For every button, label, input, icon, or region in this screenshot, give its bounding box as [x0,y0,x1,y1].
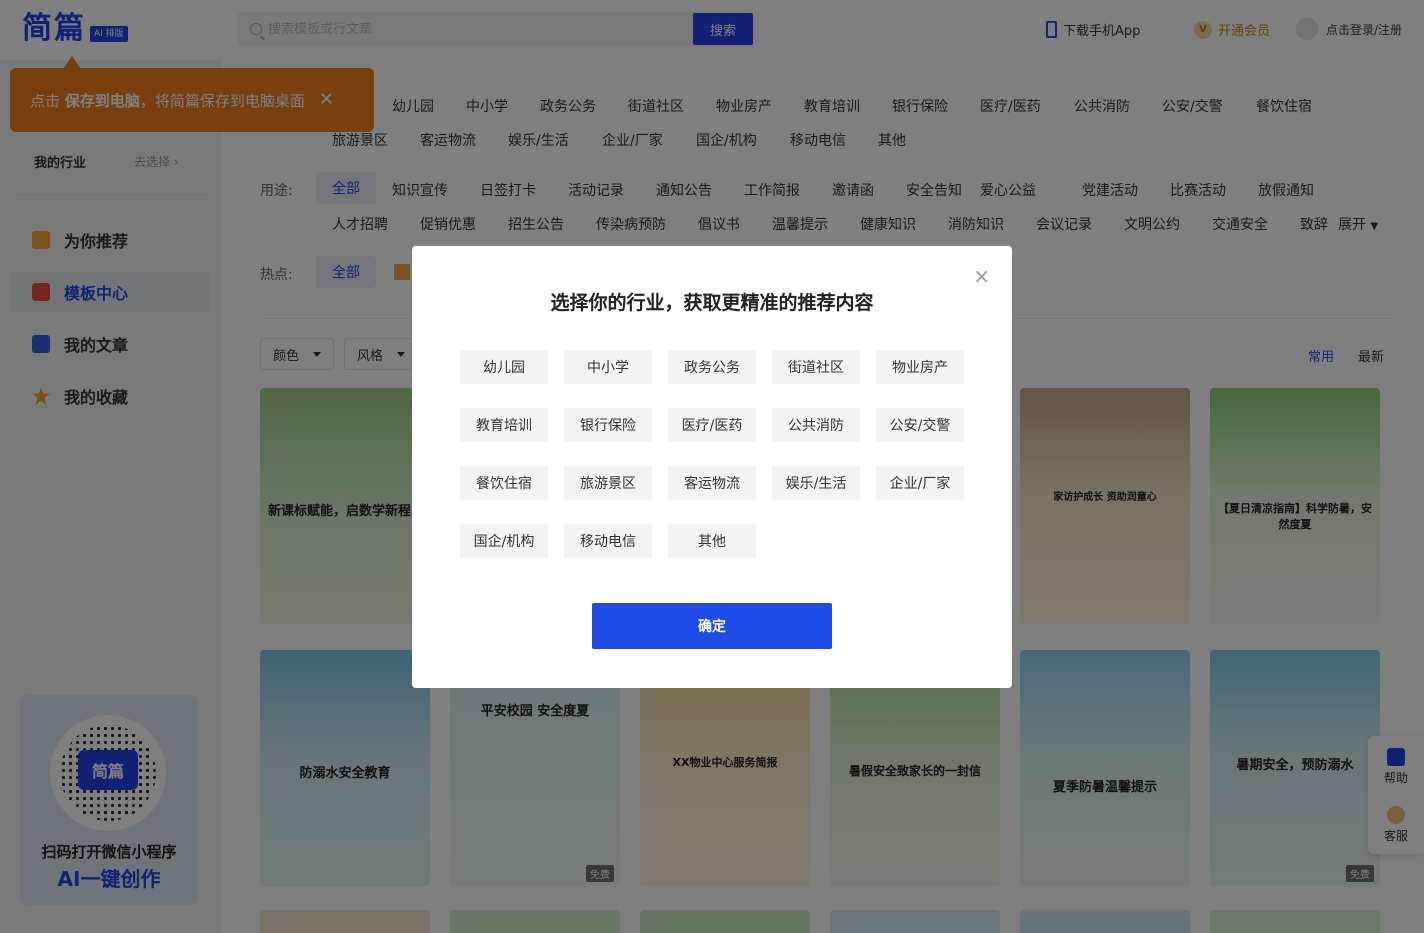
industry-option[interactable]: 幼儿园 [460,350,548,384]
industry-option[interactable]: 公安/交警 [876,408,964,442]
industry-option[interactable]: 旅游景区 [564,466,652,500]
industry-option[interactable]: 国企/机构 [460,524,548,558]
app-root: { "header": { "logo": "简篇", "logo_badge"… [0,0,1424,933]
industry-option[interactable]: 政务公务 [668,350,756,384]
industry-option[interactable]: 教育培训 [460,408,548,442]
industry-option[interactable]: 街道社区 [772,350,860,384]
industry-option[interactable]: 移动电信 [564,524,652,558]
industry-option[interactable]: 娱乐/生活 [772,466,860,500]
industry-option[interactable]: 客运物流 [668,466,756,500]
close-icon[interactable]: × [973,266,990,286]
modal-title: 选择你的行业，获取更精准的推荐内容 [550,292,874,314]
confirm-button[interactable]: 确定 [592,603,832,649]
industry-option[interactable]: 中小学 [564,350,652,384]
industry-option[interactable]: 企业/厂家 [876,466,964,500]
industry-option[interactable]: 物业房产 [876,350,964,384]
industry-option[interactable]: 医疗/医药 [668,408,756,442]
industry-option[interactable]: 银行保险 [564,408,652,442]
industry-option[interactable]: 公共消防 [772,408,860,442]
industry-select-modal: × 选择你的行业，获取更精准的推荐内容 幼儿园 中小学 政务公务 街道社区 物业房产教育… [412,246,1012,688]
industry-option[interactable]: 其他 [668,524,756,558]
industry-option[interactable]: 餐饮住宿 [460,466,548,500]
